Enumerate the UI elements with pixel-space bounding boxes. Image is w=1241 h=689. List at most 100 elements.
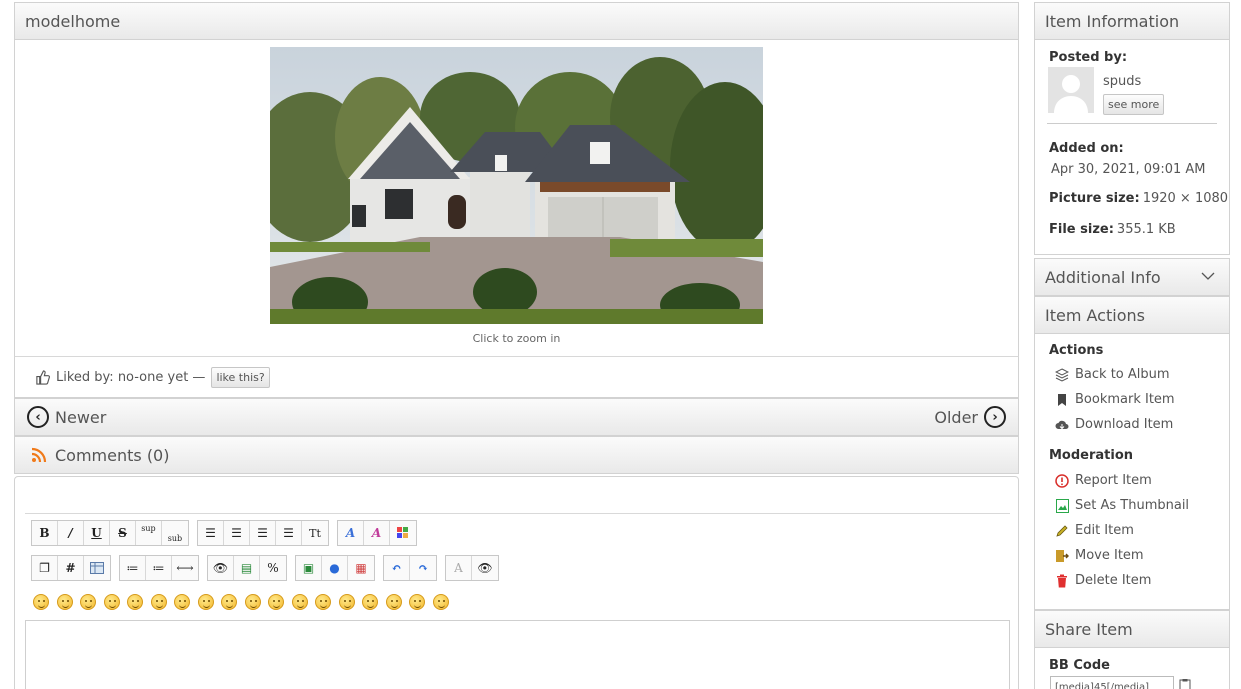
move-icon	[1055, 549, 1069, 563]
emoji-smiley-icon[interactable]	[315, 594, 331, 610]
newer-label: Newer	[55, 407, 107, 427]
color-grid-icon[interactable]	[390, 521, 416, 545]
picture-size-value: 1920 × 1080	[1142, 191, 1229, 206]
image-icon	[1055, 498, 1069, 513]
bullet-list-icon[interactable]: ≔	[120, 556, 146, 580]
quote-icon[interactable]: ❐	[32, 556, 58, 580]
posted-by-label: Posted by:	[1049, 50, 1128, 65]
emoji-smiley-icon[interactable]	[127, 594, 143, 610]
edit-item-link[interactable]: Edit Item	[1055, 523, 1134, 538]
edit-item-label: Edit Item	[1075, 523, 1134, 538]
emoji-smiley-icon[interactable]	[103, 594, 120, 610]
bold-button[interactable]: B	[32, 521, 58, 545]
redo-icon[interactable]: ↷	[410, 556, 436, 580]
align-center-icon[interactable]: ☰	[224, 521, 250, 545]
report-item-link[interactable]: Report Item	[1055, 473, 1152, 488]
emoji-smiley-icon[interactable]	[56, 594, 73, 610]
move-item-link[interactable]: Move Item	[1055, 548, 1144, 563]
emoji-smiley-icon[interactable]	[174, 594, 190, 610]
emoji-bar	[33, 594, 449, 610]
hash-icon[interactable]: #	[58, 556, 84, 580]
undo-icon[interactable]: ↶	[384, 556, 410, 580]
older-label: Older	[934, 407, 978, 427]
username[interactable]: spuds	[1103, 74, 1141, 89]
emoji-smiley-icon[interactable]	[291, 594, 308, 610]
emoji-smiley-icon[interactable]	[80, 594, 96, 610]
item-navigation: ‹ Newer Older ›	[14, 398, 1019, 436]
eye-icon[interactable]: 👁	[472, 556, 498, 580]
font-color-icon[interactable]: A	[338, 521, 364, 545]
delete-item-link[interactable]: Delete Item	[1055, 573, 1151, 588]
additional-info-heading: Additional Info	[1045, 267, 1161, 287]
divider	[1047, 123, 1217, 124]
clipboard-icon[interactable]	[1178, 677, 1192, 689]
user-avatar-icon	[1048, 67, 1094, 113]
comment-textarea[interactable]	[25, 620, 1010, 689]
emoji-smiley-icon[interactable]	[385, 594, 402, 610]
liked-by-text: Liked by: no-one yet —	[56, 369, 206, 385]
media-icon[interactable]: ▦	[348, 556, 374, 580]
editor-toolbar-row-1: B / U S sup sub ☰ ☰ ☰ ☰ Tt A A	[31, 520, 417, 546]
horizontal-rule-icon[interactable]: ⟷	[172, 556, 198, 580]
globe-icon[interactable]: ●	[322, 556, 348, 580]
numbered-list-icon[interactable]: ≔	[146, 556, 172, 580]
align-right-icon[interactable]: ☰	[250, 521, 276, 545]
superscript-button[interactable]: sup	[136, 521, 162, 545]
underline-button[interactable]: U	[84, 521, 110, 545]
zoom-caption: Click to zoom in	[472, 332, 561, 345]
older-link[interactable]: Older ›	[934, 406, 1006, 428]
see-more-button[interactable]: see more	[1103, 94, 1165, 115]
emoji-smiley-icon[interactable]	[221, 594, 237, 610]
share-item-header: Share Item	[1034, 610, 1230, 648]
download-item-label: Download Item	[1075, 417, 1174, 432]
preview-icon[interactable]: 👁	[208, 556, 234, 580]
emoji-smiley-icon[interactable]	[268, 594, 284, 610]
actions-label: Actions	[1049, 343, 1104, 358]
back-to-album-label: Back to Album	[1075, 367, 1170, 382]
bookmark-item-link[interactable]: Bookmark Item	[1055, 392, 1175, 407]
added-on-value: Apr 30, 2021, 09:01 AM	[1051, 162, 1206, 177]
newer-link[interactable]: ‹ Newer	[27, 406, 106, 428]
delete-item-label: Delete Item	[1075, 573, 1152, 588]
justify-icon[interactable]: ☰	[276, 521, 302, 545]
emoji-smiley-icon[interactable]	[244, 594, 261, 610]
italic-button[interactable]: /	[58, 521, 84, 545]
format-group: B / U S sup sub	[31, 520, 189, 546]
emoji-smiley-icon[interactable]	[432, 594, 449, 610]
font-style-icon[interactable]: A	[364, 521, 390, 545]
image-folder-icon[interactable]: ▤	[234, 556, 260, 580]
item-information-header: Item Information	[1034, 2, 1230, 40]
emoji-smiley-icon[interactable]	[362, 594, 378, 610]
comments-header: Comments (0)	[14, 436, 1019, 474]
align-group: ☰ ☰ ☰ ☰ Tt	[197, 520, 329, 546]
emoji-smiley-icon[interactable]	[33, 594, 49, 610]
alert-icon	[1055, 473, 1069, 488]
item-title-bar: modelhome	[14, 2, 1019, 40]
clear-format-icon[interactable]: A	[446, 556, 472, 580]
emoji-smiley-icon[interactable]	[150, 594, 167, 610]
table-icon[interactable]	[84, 556, 110, 580]
emoji-smiley-icon[interactable]	[197, 594, 214, 610]
bbcode-field[interactable]	[1050, 676, 1174, 689]
subscript-button[interactable]: sub	[162, 521, 188, 545]
photo-panel: Click to zoom in	[14, 39, 1019, 357]
set-thumbnail-link[interactable]: Set As Thumbnail	[1055, 498, 1189, 513]
item-photo[interactable]	[270, 47, 763, 324]
strikethrough-button[interactable]: S	[110, 521, 136, 545]
emoji-smiley-icon[interactable]	[338, 594, 355, 610]
bookmark-icon	[1055, 393, 1069, 407]
align-left-icon[interactable]: ☰	[198, 521, 224, 545]
chevron-left-icon: ‹	[27, 406, 49, 428]
insert-group: 👁 ▤ %	[207, 555, 287, 581]
percent-icon[interactable]: %	[260, 556, 286, 580]
download-item-link[interactable]: Download Item	[1055, 417, 1173, 432]
file-size-value: 355.1 KB	[1116, 222, 1176, 237]
moderation-label: Moderation	[1049, 448, 1134, 463]
file-size-label: File size:	[1049, 222, 1114, 237]
font-size-icon[interactable]: Tt	[302, 521, 328, 545]
emoji-smiley-icon[interactable]	[409, 594, 425, 610]
like-button[interactable]: like this?	[211, 366, 270, 388]
back-to-album-link[interactable]: Back to Album	[1055, 367, 1170, 382]
additional-info-header[interactable]: Additional Info	[1034, 258, 1230, 296]
insert-image-icon[interactable]: ▣	[296, 556, 322, 580]
